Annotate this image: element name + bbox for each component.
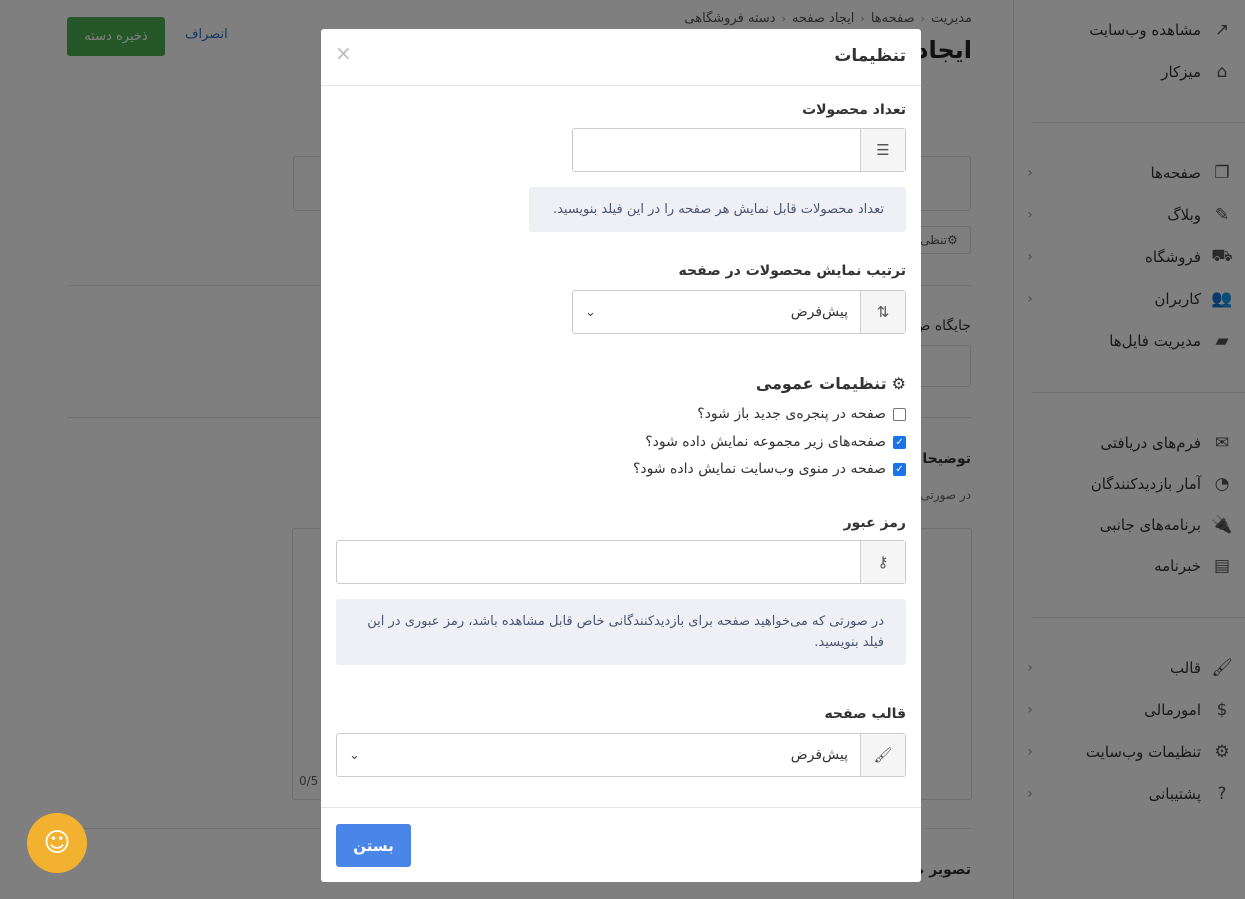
gears-icon: ⚙ (891, 374, 906, 393)
product-count-field: ☰ (572, 128, 906, 172)
modal-header: تنظیمات × (321, 29, 921, 86)
brush-icon: 🖌 (860, 734, 905, 776)
option-new-window[interactable]: صفحه در پنجره‌ی جدید باز شود؟ (697, 406, 906, 422)
modal-title: تنظیمات (834, 46, 906, 66)
sort-order-value: پیش‌فرض (790, 304, 848, 320)
product-count-input[interactable] (573, 129, 860, 171)
checkbox[interactable]: ✓ (893, 435, 906, 449)
template-select[interactable]: پیش‌فرض ⌄ (337, 734, 860, 776)
password-label: رمز عبور (843, 515, 906, 531)
modal-footer: بستن (321, 807, 921, 882)
template-label: قالب صفحه (824, 706, 906, 722)
option-show-in-menu[interactable]: ✓ صفحه در منوی وب‌سایت نمایش داده شود؟ (633, 461, 906, 477)
option-label: صفحه در پنجره‌ی جدید باز شود؟ (697, 406, 886, 422)
key-icon: ⚷ (860, 541, 905, 583)
sort-order-field: ⇅ پیش‌فرض ⌄ (572, 290, 906, 334)
chevron-down-icon: ⌄ (585, 304, 596, 320)
option-label: صفحه‌های زیر مجموعه نمایش داده شود؟ (645, 434, 886, 450)
sort-icon: ⇅ (860, 291, 905, 333)
sort-order-label: ترتیب نمایش محصولات در صفحه (678, 263, 906, 279)
list-icon: ☰ (860, 129, 905, 171)
support-button[interactable]: ☺ (27, 813, 87, 873)
option-label: صفحه در منوی وب‌سایت نمایش داده شود؟ (632, 461, 886, 477)
checkbox[interactable] (893, 407, 906, 421)
general-settings-label: تنظیمات عمومی (755, 374, 887, 393)
sort-order-select[interactable]: پیش‌فرض ⌄ (573, 291, 860, 333)
checkbox[interactable]: ✓ (893, 462, 906, 476)
general-settings-title: ⚙ تنظیمات عمومی (756, 374, 906, 393)
template-field: 🖌 پیش‌فرض ⌄ (336, 733, 906, 777)
close-button[interactable]: بستن (336, 824, 411, 867)
password-help: در صورتی که می‌خواهید صفحه برای بازدیدکن… (336, 599, 906, 665)
chevron-down-icon: ⌄ (349, 747, 360, 763)
product-count-label: تعداد محصولات (802, 102, 906, 118)
product-count-help: تعداد محصولات قابل نمایش هر صفحه را در ا… (529, 187, 906, 232)
option-show-subpages[interactable]: ✓ صفحه‌های زیر مجموعه نمایش داده شود؟ (645, 434, 906, 450)
close-icon[interactable]: × (335, 41, 352, 65)
support-agent-icon: ☺ (43, 828, 71, 858)
settings-modal: تنظیمات × تعداد محصولات ☰ تعداد محصولات … (321, 29, 921, 882)
password-input[interactable] (337, 541, 860, 583)
template-value: پیش‌فرض (790, 747, 848, 763)
page: مدیریت ‹ صفحه‌ها ‹ ایجاد صفحه ‹ دسته فرو… (0, 0, 1245, 899)
password-field: ⚷ (336, 540, 906, 584)
